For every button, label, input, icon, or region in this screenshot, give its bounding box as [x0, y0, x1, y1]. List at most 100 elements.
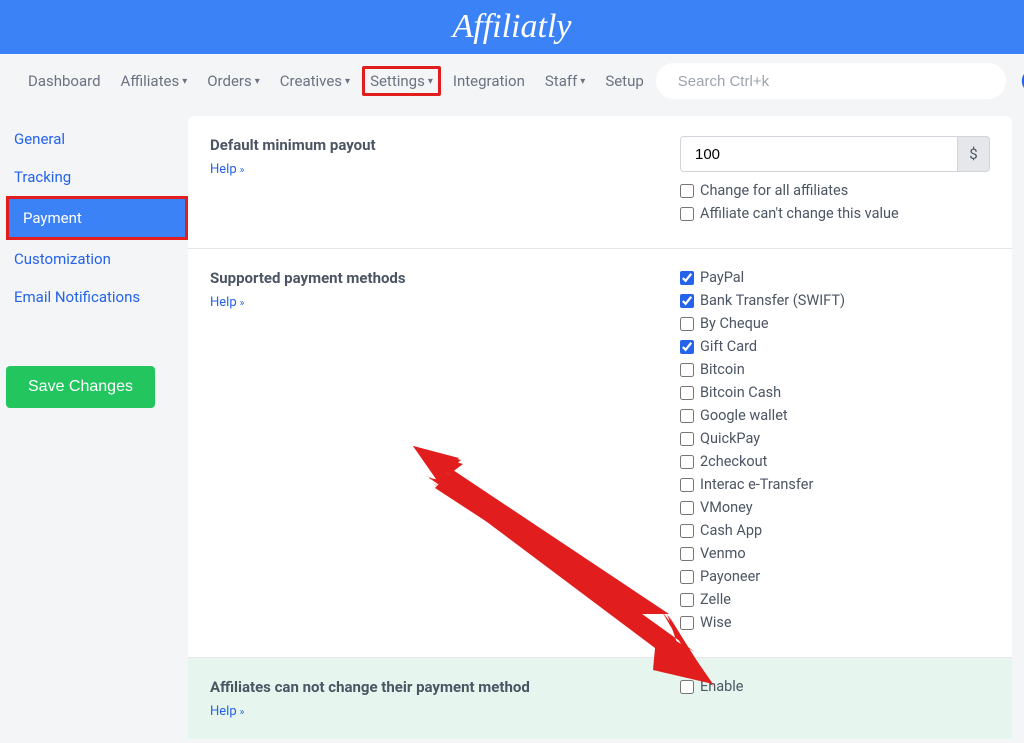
payment-method-checkbox[interactable]: [680, 593, 694, 607]
payment-method-checkbox[interactable]: [680, 363, 694, 377]
payment-method-row[interactable]: Interac e-Transfer: [680, 476, 990, 493]
payment-methods-title: Supported payment methods: [210, 269, 680, 287]
lock-method-enable-row[interactable]: Enable: [680, 678, 990, 695]
payment-method-label: Interac e-Transfer: [700, 476, 813, 493]
sidebar-item-email-notifications[interactable]: Email Notifications: [0, 278, 188, 316]
nav-settings[interactable]: Settings▾: [362, 66, 441, 96]
sidebar-item-customization[interactable]: Customization: [0, 240, 188, 278]
sidebar-item-tracking[interactable]: Tracking: [0, 158, 188, 196]
nav-orders[interactable]: Orders▾: [199, 66, 268, 96]
payment-method-row[interactable]: Venmo: [680, 545, 990, 562]
brand-logo: Affiliatly: [453, 8, 572, 46]
payment-method-row[interactable]: Bitcoin Cash: [680, 384, 990, 401]
payment-method-label: 2checkout: [700, 453, 767, 470]
nav-affiliates[interactable]: Affiliates▾: [113, 66, 196, 96]
payment-method-row[interactable]: Bitcoin: [680, 361, 990, 378]
payment-methods-help-link[interactable]: Help»: [210, 295, 244, 310]
min-payout-title: Default minimum payout: [210, 136, 680, 154]
payment-method-label: VMoney: [700, 499, 753, 516]
payment-method-label: Google wallet: [700, 407, 788, 424]
section-lock-method: Affiliates can not change their payment …: [188, 658, 1012, 739]
section-payment-methods: Supported payment methods Help» PayPal Ba…: [188, 249, 1012, 658]
payment-method-row[interactable]: VMoney: [680, 499, 990, 516]
payment-method-checkbox[interactable]: [680, 455, 694, 469]
payment-method-label: Wise: [700, 614, 732, 631]
payment-method-row[interactable]: By Cheque: [680, 315, 990, 332]
chevron-right-icon: »: [240, 165, 245, 176]
payment-method-label: PayPal: [700, 269, 744, 286]
nav-label: Affiliates: [121, 72, 180, 90]
payment-method-checkbox[interactable]: [680, 294, 694, 308]
payment-method-row[interactable]: Cash App: [680, 522, 990, 539]
power-icon[interactable]: [1020, 67, 1024, 95]
caret-down-icon: ▾: [255, 76, 260, 87]
lock-method-title: Affiliates can not change their payment …: [210, 678, 680, 696]
payment-method-label: By Cheque: [700, 315, 769, 332]
nav-label: Settings: [370, 72, 425, 90]
nav-creatives[interactable]: Creatives▾: [272, 66, 358, 96]
payment-method-row[interactable]: PayPal: [680, 269, 990, 286]
cant-change-checkbox[interactable]: [680, 207, 694, 221]
payment-method-label: Gift Card: [700, 338, 757, 355]
min-payout-help-link[interactable]: Help»: [210, 162, 244, 177]
caret-down-icon: ▾: [182, 76, 187, 87]
nav-label: Setup: [605, 72, 643, 90]
payment-method-label: Bank Transfer (SWIFT): [700, 292, 845, 309]
chevron-right-icon: »: [240, 707, 245, 718]
payment-method-checkbox[interactable]: [680, 432, 694, 446]
caret-down-icon: ▾: [345, 76, 350, 87]
section-min-payout: Default minimum payout Help» $ Change fo…: [188, 116, 1012, 249]
payment-method-checkbox[interactable]: [680, 271, 694, 285]
payment-method-checkbox[interactable]: [680, 547, 694, 561]
payment-method-row[interactable]: Wise: [680, 614, 990, 631]
payment-method-checkbox[interactable]: [680, 501, 694, 515]
payment-method-checkbox[interactable]: [680, 570, 694, 584]
payment-method-label: Bitcoin Cash: [700, 384, 781, 401]
change-all-affiliates-label: Change for all affiliates: [700, 182, 848, 199]
payment-method-checkbox[interactable]: [680, 317, 694, 331]
payment-method-row[interactable]: Zelle: [680, 591, 990, 608]
payment-method-checkbox[interactable]: [680, 409, 694, 423]
change-all-affiliates-row[interactable]: Change for all affiliates: [680, 182, 990, 199]
caret-down-icon: ▾: [580, 76, 585, 87]
payment-method-row[interactable]: Gift Card: [680, 338, 990, 355]
payment-method-row[interactable]: Google wallet: [680, 407, 990, 424]
chevron-right-icon: »: [240, 298, 245, 309]
payment-method-label: QuickPay: [700, 430, 760, 447]
payment-method-label: Bitcoin: [700, 361, 745, 378]
nav-label: Integration: [453, 72, 525, 90]
payment-method-row[interactable]: 2checkout: [680, 453, 990, 470]
cant-change-row[interactable]: Affiliate can't change this value: [680, 205, 990, 222]
payment-method-checkbox[interactable]: [680, 616, 694, 630]
nav-label: Staff: [545, 72, 577, 90]
cant-change-label: Affiliate can't change this value: [700, 205, 899, 222]
payment-method-row[interactable]: Bank Transfer (SWIFT): [680, 292, 990, 309]
search-input[interactable]: [656, 63, 1006, 99]
sidebar-item-general[interactable]: General: [0, 120, 188, 158]
nav-integration[interactable]: Integration: [445, 66, 533, 96]
payment-method-checkbox[interactable]: [680, 386, 694, 400]
payment-method-row[interactable]: Payoneer: [680, 568, 990, 585]
nav-label: Dashboard: [28, 72, 101, 90]
nav-dashboard[interactable]: Dashboard: [20, 66, 109, 96]
nav-label: Orders: [207, 72, 252, 90]
nav-setup[interactable]: Setup: [597, 66, 651, 96]
lock-method-enable-label: Enable: [700, 678, 744, 695]
caret-down-icon: ▾: [428, 76, 433, 87]
payment-method-checkbox[interactable]: [680, 340, 694, 354]
nav-staff[interactable]: Staff▾: [537, 66, 593, 96]
change-all-affiliates-checkbox[interactable]: [680, 184, 694, 198]
lock-method-help-link[interactable]: Help»: [210, 704, 244, 719]
payment-method-row[interactable]: QuickPay: [680, 430, 990, 447]
payment-method-label: Payoneer: [700, 568, 760, 585]
lock-method-enable-checkbox[interactable]: [680, 680, 694, 694]
payment-method-label: Cash App: [700, 522, 762, 539]
payment-method-checkbox[interactable]: [680, 478, 694, 492]
payment-method-label: Venmo: [700, 545, 746, 562]
save-changes-button[interactable]: Save Changes: [6, 366, 155, 408]
settings-sidebar: GeneralTrackingPaymentCustomizationEmail…: [0, 108, 188, 739]
sidebar-item-payment[interactable]: Payment: [6, 196, 188, 240]
brand-bar: Affiliatly: [0, 0, 1024, 54]
min-payout-input[interactable]: [680, 136, 958, 172]
payment-method-checkbox[interactable]: [680, 524, 694, 538]
